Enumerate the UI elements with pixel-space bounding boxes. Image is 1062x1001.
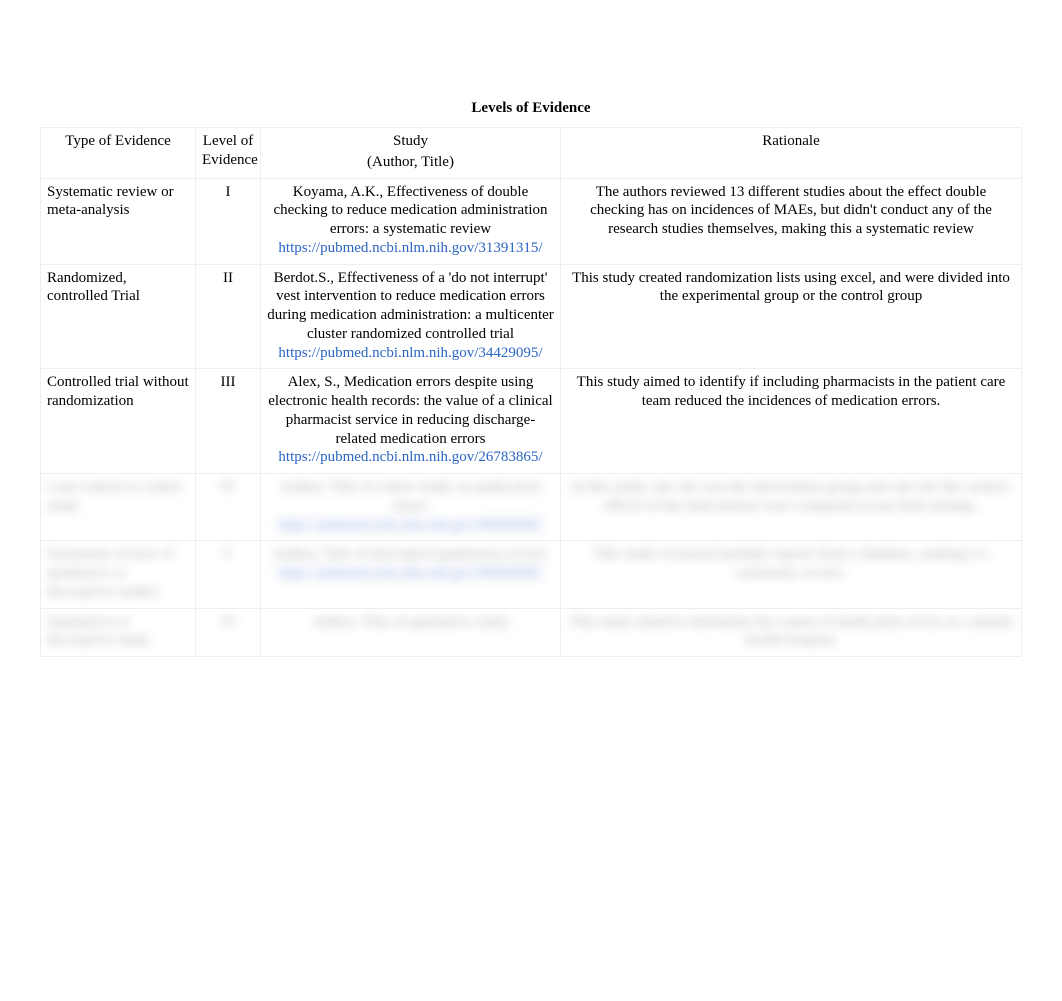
page-title: Levels of Evidence xyxy=(40,100,1022,117)
table-row: Randomized, controlled Trial II Berdot.S… xyxy=(41,264,1022,369)
document-page: Levels of Evidence Type of Evidence Leve… xyxy=(0,0,1062,657)
cell-rationale: In this study, one site was the interven… xyxy=(561,474,1022,541)
cell-study: Koyama, A.K., Effectiveness of double ch… xyxy=(261,178,561,264)
header-study: Study (Author, Title) xyxy=(261,128,561,179)
cell-rationale: The authors reviewed 13 different studie… xyxy=(561,178,1022,264)
table-row: Qualitative or descriptive study VI Auth… xyxy=(41,608,1022,657)
cell-level: I xyxy=(196,178,261,264)
header-study-sub: (Author, Title) xyxy=(267,153,554,172)
cell-type: Controlled trial without randomization xyxy=(41,369,196,474)
table-row: Systematic review of qualitative or desc… xyxy=(41,541,1022,608)
cell-type: Case-control or cohort study xyxy=(41,474,196,541)
header-rationale: Rationale xyxy=(561,128,1022,179)
cell-type: Qualitative or descriptive study xyxy=(41,608,196,657)
table-row: Controlled trial without randomization I… xyxy=(41,369,1022,474)
cell-study: Author, Title of qualitative study xyxy=(261,608,561,657)
header-type: Type of Evidence xyxy=(41,128,196,179)
cell-rationale: This study created randomization lists u… xyxy=(561,264,1022,369)
cell-level: III xyxy=(196,369,261,474)
study-link[interactable]: https://pubmed.ncbi.nlm.nih.gov/34429095… xyxy=(278,345,542,361)
header-level: Level of Evidence xyxy=(196,128,261,179)
study-text: Author, Title of descriptive/qualitative… xyxy=(267,545,554,564)
cell-rationale: This study aimed to determine the causes… xyxy=(561,608,1022,657)
cell-study: Author, Title of cohort study on medicat… xyxy=(261,474,561,541)
study-link[interactable]: https://pubmed.ncbi.nlm.nih.gov/00000000… xyxy=(278,565,542,581)
cell-level: VI xyxy=(196,608,261,657)
evidence-table: Type of Evidence Level of Evidence Study… xyxy=(40,127,1022,657)
cell-study: Alex, S., Medication errors despite usin… xyxy=(261,369,561,474)
study-text: Berdot.S., Effectiveness of a 'do not in… xyxy=(267,269,554,344)
cell-type: Systematic review or meta-analysis xyxy=(41,178,196,264)
cell-study: Berdot.S., Effectiveness of a 'do not in… xyxy=(261,264,561,369)
study-text: Koyama, A.K., Effectiveness of double ch… xyxy=(267,183,554,239)
cell-study: Author, Title of descriptive/qualitative… xyxy=(261,541,561,608)
study-text: Author, Title of cohort study on medicat… xyxy=(267,478,554,516)
cell-rationale: This study aimed to identify if includin… xyxy=(561,369,1022,474)
table-row: Case-control or cohort study IV Author, … xyxy=(41,474,1022,541)
cell-type: Randomized, controlled Trial xyxy=(41,264,196,369)
study-text: Alex, S., Medication errors despite usin… xyxy=(267,373,554,448)
cell-rationale: This study reviewed multiple reports fro… xyxy=(561,541,1022,608)
cell-level: II xyxy=(196,264,261,369)
study-link[interactable]: https://pubmed.ncbi.nlm.nih.gov/31391315… xyxy=(278,240,542,256)
study-link[interactable]: https://pubmed.ncbi.nlm.nih.gov/26783865… xyxy=(278,449,542,465)
header-study-text: Study xyxy=(393,133,428,149)
table-header-row: Type of Evidence Level of Evidence Study… xyxy=(41,128,1022,179)
study-link[interactable]: https://pubmed.ncbi.nlm.nih.gov/00000000… xyxy=(278,517,542,533)
table-row: Systematic review or meta-analysis I Koy… xyxy=(41,178,1022,264)
cell-level: V xyxy=(196,541,261,608)
cell-type: Systematic review of qualitative or desc… xyxy=(41,541,196,608)
study-text: Author, Title of qualitative study xyxy=(267,613,554,632)
cell-level: IV xyxy=(196,474,261,541)
